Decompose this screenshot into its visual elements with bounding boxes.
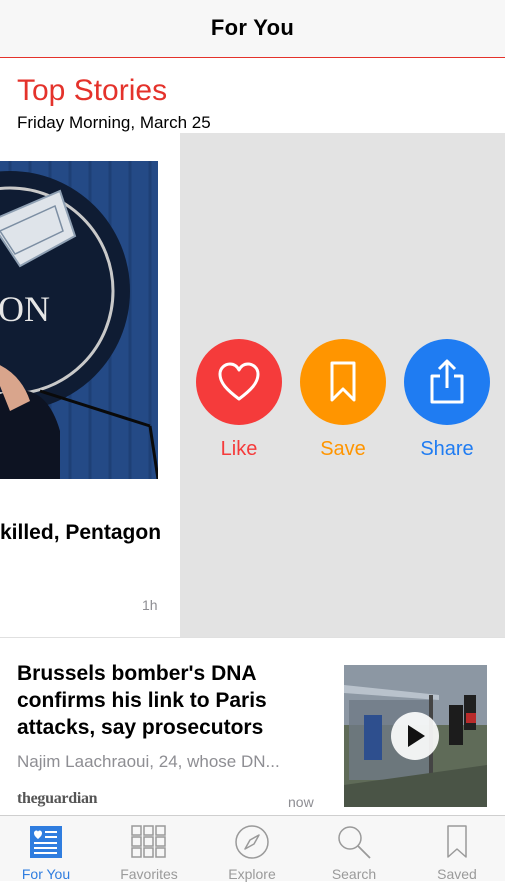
nav-title: For You bbox=[210, 14, 295, 40]
section-title: Top Stories bbox=[17, 74, 168, 107]
story-divider bbox=[0, 637, 505, 638]
share-circle[interactable] bbox=[404, 339, 490, 425]
section-date: Friday Morning, March 25 bbox=[17, 113, 211, 132]
save-button[interactable]: Save bbox=[299, 339, 387, 461]
story-card[interactable]: ON killed, Pentagon 1h Like Save Share bbox=[0, 133, 505, 637]
nav-bar: For You bbox=[0, 0, 505, 58]
tab-explore[interactable]: Explore bbox=[202, 822, 302, 882]
story-headline[interactable]: killed, Pentagon bbox=[0, 521, 161, 545]
compass-icon bbox=[235, 825, 269, 859]
seal-lettering: ON bbox=[0, 289, 50, 329]
share-button[interactable]: Share bbox=[403, 339, 491, 461]
story-photo[interactable]: ON bbox=[0, 161, 158, 479]
like-circle[interactable] bbox=[196, 339, 282, 425]
like-button[interactable]: Like bbox=[195, 339, 283, 461]
share-icon bbox=[430, 359, 464, 404]
bookmark-icon bbox=[447, 825, 467, 858]
for-you-icon bbox=[30, 826, 62, 858]
save-label: Save bbox=[320, 438, 366, 460]
tab-search[interactable]: Search bbox=[304, 822, 404, 882]
share-label: Share bbox=[420, 438, 474, 460]
swipe-action-panel: Like Save Share bbox=[180, 133, 505, 637]
publisher-logo[interactable]: theguardian bbox=[17, 790, 98, 808]
tab-bar: For You Favorites Explore Search Saved bbox=[0, 815, 505, 882]
like-label: Like bbox=[220, 438, 258, 460]
video-thumbnail[interactable] bbox=[344, 665, 487, 807]
pentagon-briefing-image: ON bbox=[0, 161, 158, 479]
tab-favorites[interactable]: Favorites bbox=[99, 822, 199, 882]
search-icon bbox=[338, 826, 371, 859]
story-snippet: Najim Laachraoui, 24, whose DN... bbox=[17, 752, 280, 771]
story-timestamp: 1h bbox=[142, 597, 158, 613]
heart-icon bbox=[218, 362, 260, 401]
play-button[interactable] bbox=[391, 712, 439, 760]
tab-for-you[interactable]: For You bbox=[0, 822, 96, 882]
bookmark-icon bbox=[330, 361, 356, 402]
favorites-grid-icon bbox=[131, 825, 166, 858]
play-icon bbox=[408, 725, 425, 747]
save-circle[interactable] bbox=[300, 339, 386, 425]
story-headline-brussels[interactable]: Brussels bomber's DNA confirms his link … bbox=[17, 660, 327, 741]
story-timestamp-now: now bbox=[288, 794, 314, 810]
tab-saved[interactable]: Saved bbox=[407, 822, 505, 882]
